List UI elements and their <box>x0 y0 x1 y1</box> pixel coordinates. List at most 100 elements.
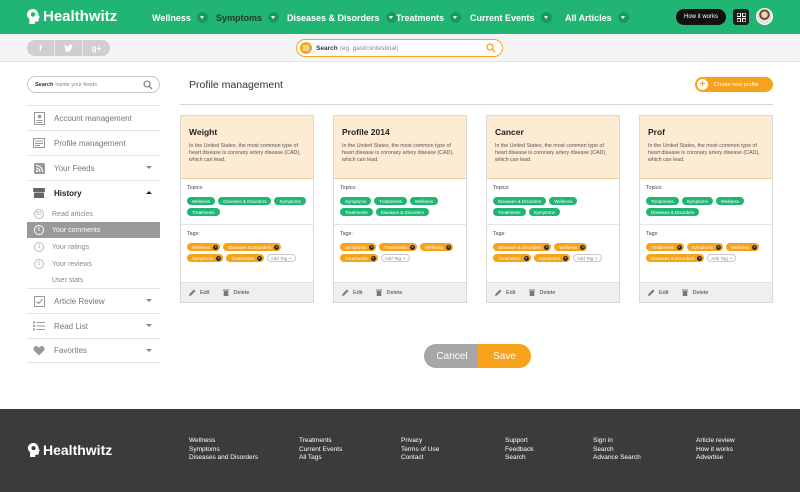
card-header: Cancer In the United States, the most co… <box>487 116 619 179</box>
remove-tag-icon[interactable]: × <box>216 255 222 261</box>
footer-link[interactable]: Contact <box>401 454 439 463</box>
footer-link[interactable]: Sign in <box>593 437 641 446</box>
footer-link[interactable]: Feedback <box>505 446 534 455</box>
sidebar-item-account[interactable]: Account management <box>27 105 160 130</box>
topic-chip[interactable]: Treatments <box>646 197 679 205</box>
footer-link[interactable]: Search <box>593 446 641 455</box>
footer-link[interactable]: Search <box>505 454 534 463</box>
delete-button[interactable]: Delete <box>529 289 555 296</box>
topic-chip[interactable]: Treatments <box>187 208 220 216</box>
remove-tag-icon[interactable]: × <box>446 244 452 250</box>
topic-chip[interactable]: Diseases & Disorders <box>493 197 547 205</box>
footer-link[interactable]: Advertise <box>696 454 735 463</box>
footer-link[interactable]: Wellness <box>189 437 258 446</box>
remove-tag-icon[interactable]: × <box>370 255 376 261</box>
delete-button[interactable]: Delete <box>682 289 708 296</box>
nav-symptoms[interactable]: Symptoms <box>216 12 280 23</box>
topic-chip[interactable]: Diseases & Disorders <box>646 208 700 216</box>
remove-tag-icon[interactable]: × <box>409 244 415 250</box>
nav-wellness[interactable]: Wellness <box>152 12 208 23</box>
brand-logo[interactable]: Healthwitz <box>26 8 117 25</box>
topic-chip[interactable]: Wellness <box>549 197 578 205</box>
topic-chip[interactable]: Symptoms <box>528 208 560 216</box>
sidebar-item-history[interactable]: History <box>27 180 160 205</box>
save-button[interactable]: Save <box>478 344 531 368</box>
remove-tag-icon[interactable]: × <box>369 244 375 250</box>
footer-link[interactable]: Symptoms <box>189 446 258 455</box>
remove-tag-icon[interactable]: × <box>562 255 568 261</box>
edit-button[interactable]: Edit <box>648 289 668 296</box>
search-icon[interactable] <box>143 80 153 90</box>
topic-chip[interactable]: Symptoms <box>681 197 713 205</box>
sidebar-item-read-list[interactable]: Read List <box>27 313 160 338</box>
topic-chip[interactable]: Treatments <box>493 208 526 216</box>
global-search-input[interactable]: Search (eg. gastrointestinal) <box>296 39 503 57</box>
apps-grid-icon[interactable] <box>733 9 749 25</box>
remove-tag-icon[interactable]: × <box>544 244 550 250</box>
add-tag-button[interactable]: Add Tag + <box>572 254 602 262</box>
topic-chip[interactable]: Wellness <box>187 197 216 205</box>
add-tag-button[interactable]: Add Tag + <box>707 254 737 262</box>
delete-button[interactable]: Delete <box>223 289 249 296</box>
footer-logo[interactable]: Healthwitz <box>27 442 112 458</box>
count-badge: 83 <box>34 209 44 219</box>
footer-link[interactable]: Support <box>505 437 534 446</box>
footer-link[interactable]: Diseases and Disorders <box>189 454 258 463</box>
footer-link[interactable]: All Tags <box>299 454 342 463</box>
sidebar-item-favorites[interactable]: Favorites <box>27 338 160 363</box>
edit-button[interactable]: Edit <box>342 289 362 296</box>
footer-link[interactable]: Current Events <box>299 446 342 455</box>
remove-tag-icon[interactable]: × <box>715 244 721 250</box>
footer-link[interactable]: Privacy <box>401 437 439 446</box>
history-your-reviews[interactable]: 0 Your reviews <box>27 256 160 272</box>
topic-chip[interactable]: Treatments <box>374 197 407 205</box>
remove-tag-icon[interactable]: × <box>676 244 682 250</box>
edit-button[interactable]: Edit <box>495 289 515 296</box>
sidebar-item-article-review[interactable]: Article Review <box>27 288 160 313</box>
remove-tag-icon[interactable]: × <box>523 255 529 261</box>
nav-all-articles[interactable]: All Articles <box>565 12 629 23</box>
remove-tag-icon[interactable]: × <box>697 255 703 261</box>
google-plus-icon[interactable]: g+ <box>83 40 110 56</box>
edit-button[interactable]: Edit <box>189 289 209 296</box>
topic-chip[interactable]: Diseases & Disorders <box>375 208 429 216</box>
footer-link[interactable]: Article review <box>696 437 735 446</box>
footer-link[interactable]: Advance Search <box>593 454 641 463</box>
remove-tag-icon[interactable]: × <box>274 244 280 250</box>
footer-link[interactable]: How it works <box>696 446 735 455</box>
remove-tag-icon[interactable]: × <box>256 255 262 261</box>
remove-tag-icon[interactable]: × <box>580 244 586 250</box>
tag-label: Diseases & Disorders <box>228 244 272 250</box>
nav-diseases[interactable]: Diseases & Disorders <box>287 12 397 23</box>
topic-chip[interactable]: Treatments <box>340 208 373 216</box>
sidebar-item-profile[interactable]: Profile management <box>27 130 160 155</box>
add-tag-button[interactable]: Add Tag + <box>266 254 296 262</box>
user-avatar[interactable] <box>756 8 773 25</box>
topic-chip[interactable]: Wellness <box>715 197 745 205</box>
chevron-down-icon <box>146 324 152 327</box>
topic-chip[interactable]: Symptoms <box>274 197 306 205</box>
create-profile-button[interactable]: + Create new profile <box>695 77 773 92</box>
history-user-stats[interactable]: User stats <box>27 272 160 288</box>
sidebar-item-feeds[interactable]: Your Feeds <box>27 155 160 180</box>
nav-treatments[interactable]: Treatments <box>396 12 462 23</box>
how-it-works-button[interactable]: How it works <box>676 9 726 25</box>
remove-tag-icon[interactable]: × <box>213 244 219 250</box>
delete-button[interactable]: Delete <box>376 289 402 296</box>
facebook-icon[interactable]: f <box>27 40 55 56</box>
twitter-icon[interactable] <box>55 40 83 56</box>
add-tag-button[interactable]: Add Tag + <box>380 254 410 262</box>
topic-chip[interactable]: Diseases & Disorders <box>218 197 272 205</box>
footer-link[interactable]: Terms of Use <box>401 446 439 455</box>
history-your-ratings[interactable]: 1 Your ratings <box>27 239 160 255</box>
search-icon[interactable] <box>486 43 496 53</box>
feed-search-input[interactable]: Search inside your feeds <box>27 76 160 93</box>
remove-tag-icon[interactable]: × <box>752 244 758 250</box>
cancel-button[interactable]: Cancel <box>424 344 480 368</box>
footer-link[interactable]: Treatments <box>299 437 342 446</box>
nav-current-events[interactable]: Current Events <box>470 12 552 23</box>
topic-chip[interactable]: Wellness <box>409 197 439 205</box>
topic-chip[interactable]: Symptoms <box>340 197 372 205</box>
history-your-comments[interactable]: 5 Your comments <box>27 222 160 238</box>
history-read-articles[interactable]: 83 Read articles <box>27 206 160 222</box>
